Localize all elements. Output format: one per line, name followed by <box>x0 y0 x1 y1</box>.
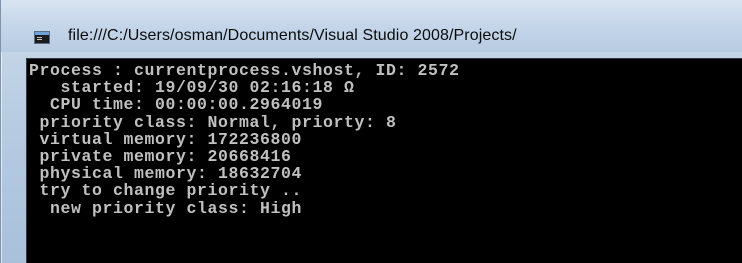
console-line-process: Process : currentprocess.vshost, ID: 257… <box>29 61 460 80</box>
console-line-new-priority: new priority class: High <box>29 198 303 218</box>
title-bar[interactable]: file:///C:/Users/osman/Documents/Visual … <box>1 0 742 52</box>
console-window[interactable]: file:///C:/Users/osman/Documents/Visual … <box>0 0 742 263</box>
console-line-cpu-time: CPU time: 00:00:00.2964019 <box>29 95 324 115</box>
console-output-area[interactable]: Process : currentprocess.vshost, ID: 257… <box>26 58 742 263</box>
window-title: file:///C:/Users/osman/Documents/Visual … <box>68 27 517 44</box>
console-line-private-memory: private memory: 20668416 <box>29 146 292 166</box>
console-line-virtual-memory: virtual memory: 172236800 <box>29 129 303 149</box>
desktop-area: file:///C:/Users/osman/Documents/Visual … <box>0 0 742 263</box>
console-output: Process : currentprocess.vshost, ID: 257… <box>29 62 460 217</box>
console-window-icon[interactable] <box>34 31 50 44</box>
console-line-physical-memory: physical memory: 18632704 <box>29 164 303 184</box>
console-line-started: started: 19/09/30 02:16:18 Ω <box>29 78 355 98</box>
console-line-priority-class: priority class: Normal, priorty: 8 <box>29 112 397 132</box>
console-line-change-priority: try to change priority .. <box>29 181 303 201</box>
